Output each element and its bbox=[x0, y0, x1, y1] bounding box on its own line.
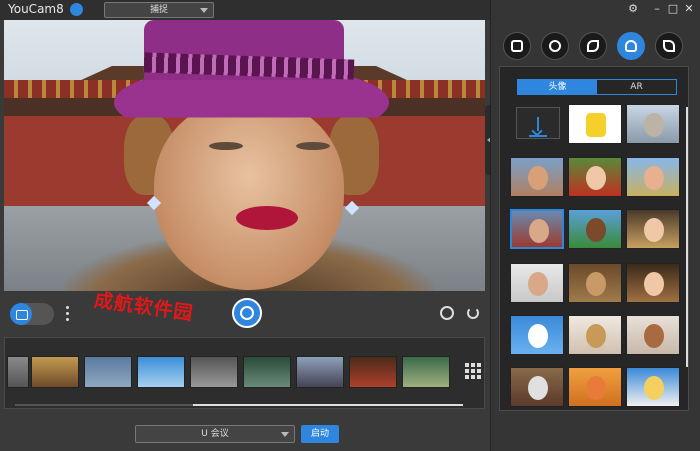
filmstrip-scroll-thumb[interactable] bbox=[193, 404, 463, 406]
chevron-down-icon bbox=[281, 432, 289, 437]
effects-panel: ⚙ – □ ✕ 头像 AR bbox=[490, 0, 700, 451]
avatar-item-selected[interactable] bbox=[510, 209, 564, 249]
meeting-app-select-value: U 会议 bbox=[201, 429, 229, 439]
close-icon[interactable]: ✕ bbox=[683, 3, 695, 15]
avatar-item[interactable] bbox=[568, 263, 622, 303]
filmstrip-thumb[interactable] bbox=[296, 356, 344, 388]
watermark: 成航软件园 bbox=[92, 289, 195, 325]
filmstrip-thumb[interactable] bbox=[137, 356, 185, 388]
filmstrip-scrollbar[interactable] bbox=[15, 404, 463, 406]
camera-preview bbox=[4, 20, 485, 291]
window-controls: ⚙ – □ ✕ bbox=[621, 3, 699, 17]
effects-icon[interactable] bbox=[440, 306, 454, 320]
capture-button[interactable] bbox=[232, 298, 262, 328]
category-avatar-icon[interactable] bbox=[617, 32, 645, 60]
toggle-knob bbox=[10, 303, 32, 325]
title-bar: YouCam8 捕捉 bbox=[0, 0, 490, 20]
avatar-item[interactable] bbox=[568, 104, 622, 144]
avatar-face bbox=[154, 100, 344, 290]
filmstrip-thumb[interactable] bbox=[7, 356, 29, 388]
app-title: YouCam8 bbox=[8, 2, 64, 16]
minimize-icon[interactable]: – bbox=[651, 3, 663, 15]
avatar-item[interactable] bbox=[510, 315, 564, 355]
more-options-icon[interactable] bbox=[63, 304, 71, 326]
avatar-item[interactable] bbox=[626, 209, 680, 249]
tab-ar[interactable]: AR bbox=[597, 80, 676, 94]
mode-select-value: 捕捉 bbox=[149, 5, 168, 15]
app-window: YouCam8 捕捉 成航软件园 U 会议 启动 ⚙ – □ ✕ 头像 AR bbox=[0, 0, 700, 451]
meeting-app-select[interactable]: U 会议 bbox=[135, 425, 295, 443]
avatar-item[interactable] bbox=[568, 157, 622, 197]
category-emoji-icon[interactable] bbox=[541, 32, 569, 60]
avatar-item[interactable] bbox=[568, 367, 622, 407]
reset-icon[interactable] bbox=[467, 307, 479, 319]
avatar-gallery: 头像 AR bbox=[499, 66, 689, 411]
grid-view-icon[interactable] bbox=[465, 363, 481, 379]
filmstrip-thumb[interactable] bbox=[190, 356, 238, 388]
avatar-item[interactable] bbox=[626, 315, 680, 355]
filmstrip bbox=[4, 337, 485, 409]
camera-icon bbox=[16, 310, 28, 320]
avatar-eye-left bbox=[209, 142, 243, 150]
avatar-item[interactable] bbox=[510, 367, 564, 407]
maximize-icon[interactable]: □ bbox=[667, 3, 679, 15]
avatar-item[interactable] bbox=[510, 157, 564, 197]
avatar-item[interactable] bbox=[510, 263, 564, 303]
avatar-item[interactable] bbox=[626, 367, 680, 407]
category-frame-icon[interactable] bbox=[503, 32, 531, 60]
gallery-tabs: 头像 AR bbox=[517, 79, 677, 95]
avatar-item[interactable] bbox=[626, 104, 680, 144]
filmstrip-thumb[interactable] bbox=[243, 356, 291, 388]
download-more-button[interactable] bbox=[516, 107, 560, 139]
notification-icon[interactable] bbox=[70, 3, 83, 16]
category-particle-icon[interactable] bbox=[579, 32, 607, 60]
camera-toggle[interactable] bbox=[10, 303, 54, 325]
avatar-item[interactable] bbox=[626, 263, 680, 303]
avatar-eye-right bbox=[296, 142, 330, 150]
mode-select[interactable]: 捕捉 bbox=[104, 2, 214, 18]
start-button[interactable]: 启动 bbox=[301, 425, 339, 443]
avatar-item[interactable] bbox=[568, 315, 622, 355]
avatar-item[interactable] bbox=[568, 209, 622, 249]
avatar-lips bbox=[236, 206, 298, 230]
gallery-scrollbar[interactable] bbox=[686, 107, 688, 367]
filmstrip-thumb[interactable] bbox=[349, 356, 397, 388]
tab-avatar[interactable]: 头像 bbox=[518, 80, 597, 94]
settings-icon[interactable]: ⚙ bbox=[627, 3, 639, 15]
download-icon bbox=[529, 117, 547, 137]
category-brush-icon[interactable] bbox=[655, 32, 683, 60]
filmstrip-thumb[interactable] bbox=[402, 356, 450, 388]
filmstrip-thumb[interactable] bbox=[31, 356, 79, 388]
filmstrip-thumb[interactable] bbox=[84, 356, 132, 388]
chevron-down-icon bbox=[200, 8, 208, 13]
avatar-item[interactable] bbox=[626, 157, 680, 197]
